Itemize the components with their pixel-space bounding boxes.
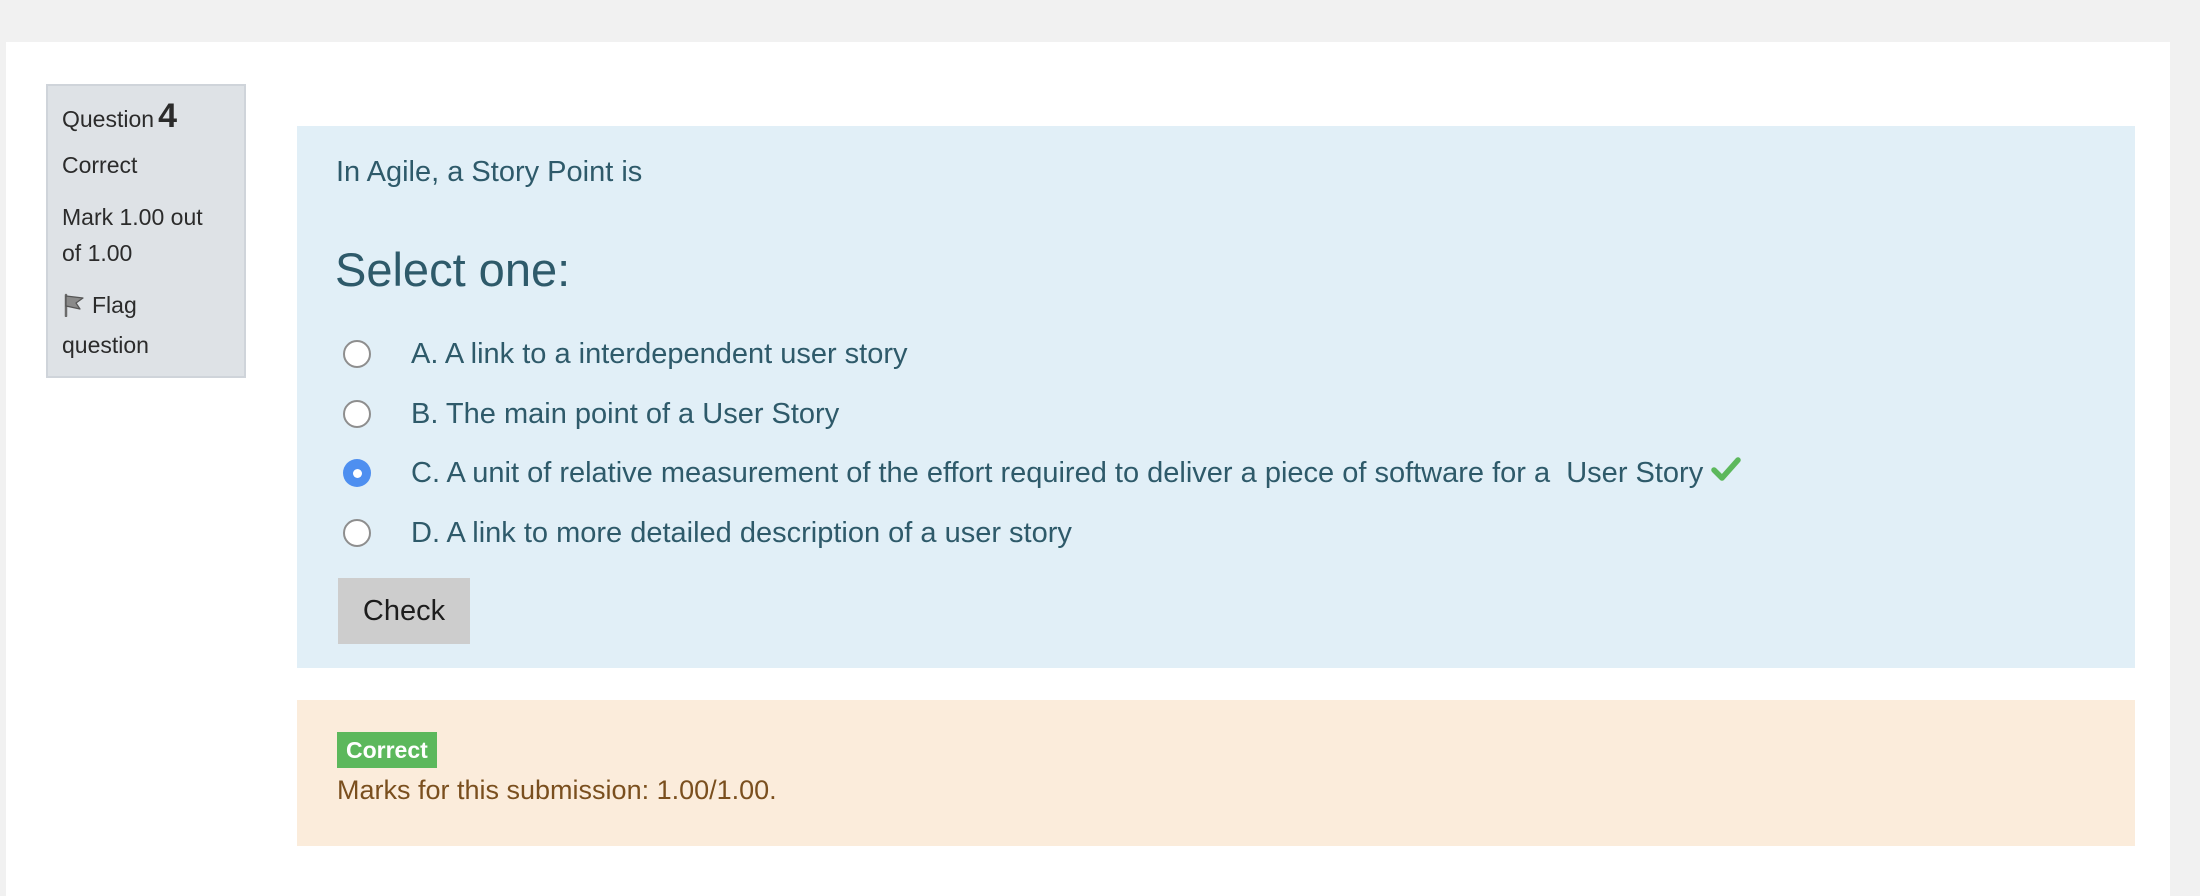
grade-line-1: Mark 1.00 out <box>62 204 203 230</box>
select-one-prompt: Select one: <box>335 243 571 296</box>
answer-radio-d[interactable] <box>343 519 371 547</box>
question-formulation: In Agile, a Story Point is Select one: A… <box>297 126 2135 668</box>
correct-badge: Correct <box>337 732 437 768</box>
flag-question-link[interactable]: Flag question <box>62 287 230 363</box>
answer-label-d[interactable]: D. A link to more detailed description o… <box>411 517 1072 550</box>
question-number-line: Question 4 <box>62 98 230 137</box>
question-state: Correct <box>62 152 138 178</box>
question-info-panel: Question 4 Correct Mark 1.00 out of 1.00 … <box>46 84 246 378</box>
answer-radio-a[interactable] <box>343 340 371 368</box>
answer-option-c[interactable]: C. A unit of relative measurement of the… <box>343 453 1741 493</box>
submission-marks: Marks for this submission: 1.00/1.00. <box>337 775 777 805</box>
question-label: Question <box>62 106 155 132</box>
question-grade: Mark 1.00 out of 1.00 <box>62 199 230 271</box>
question-number: 4 <box>158 97 177 135</box>
answer-label-a[interactable]: A. A link to a interdependent user story <box>411 338 908 371</box>
answer-option-b[interactable]: B. The main point of a User Story <box>343 394 839 434</box>
feedback-outcome: Correct Marks for this submission: 1.00/… <box>297 700 2135 846</box>
answer-radio-b[interactable] <box>343 400 371 428</box>
answer-option-d[interactable]: D. A link to more detailed description o… <box>343 513 1072 553</box>
answer-option-a[interactable]: A. A link to a interdependent user story <box>343 334 908 374</box>
answer-radio-c[interactable] <box>343 459 371 487</box>
flag-label-line-2[interactable]: question <box>62 327 230 363</box>
grade-line-2: of 1.00 <box>62 240 133 266</box>
flag-label-line-1[interactable]: Flag <box>92 292 137 318</box>
page-content: Question 4 Correct Mark 1.00 out of 1.00 … <box>6 42 2170 896</box>
check-icon <box>1711 456 1741 490</box>
answer-label-c[interactable]: C. A unit of relative measurement of the… <box>411 457 1703 490</box>
question-text: In Agile, a Story Point is <box>336 156 643 188</box>
check-button[interactable]: Check <box>338 578 470 644</box>
answer-label-b[interactable]: B. The main point of a User Story <box>411 398 839 431</box>
flag-icon[interactable] <box>62 291 86 327</box>
